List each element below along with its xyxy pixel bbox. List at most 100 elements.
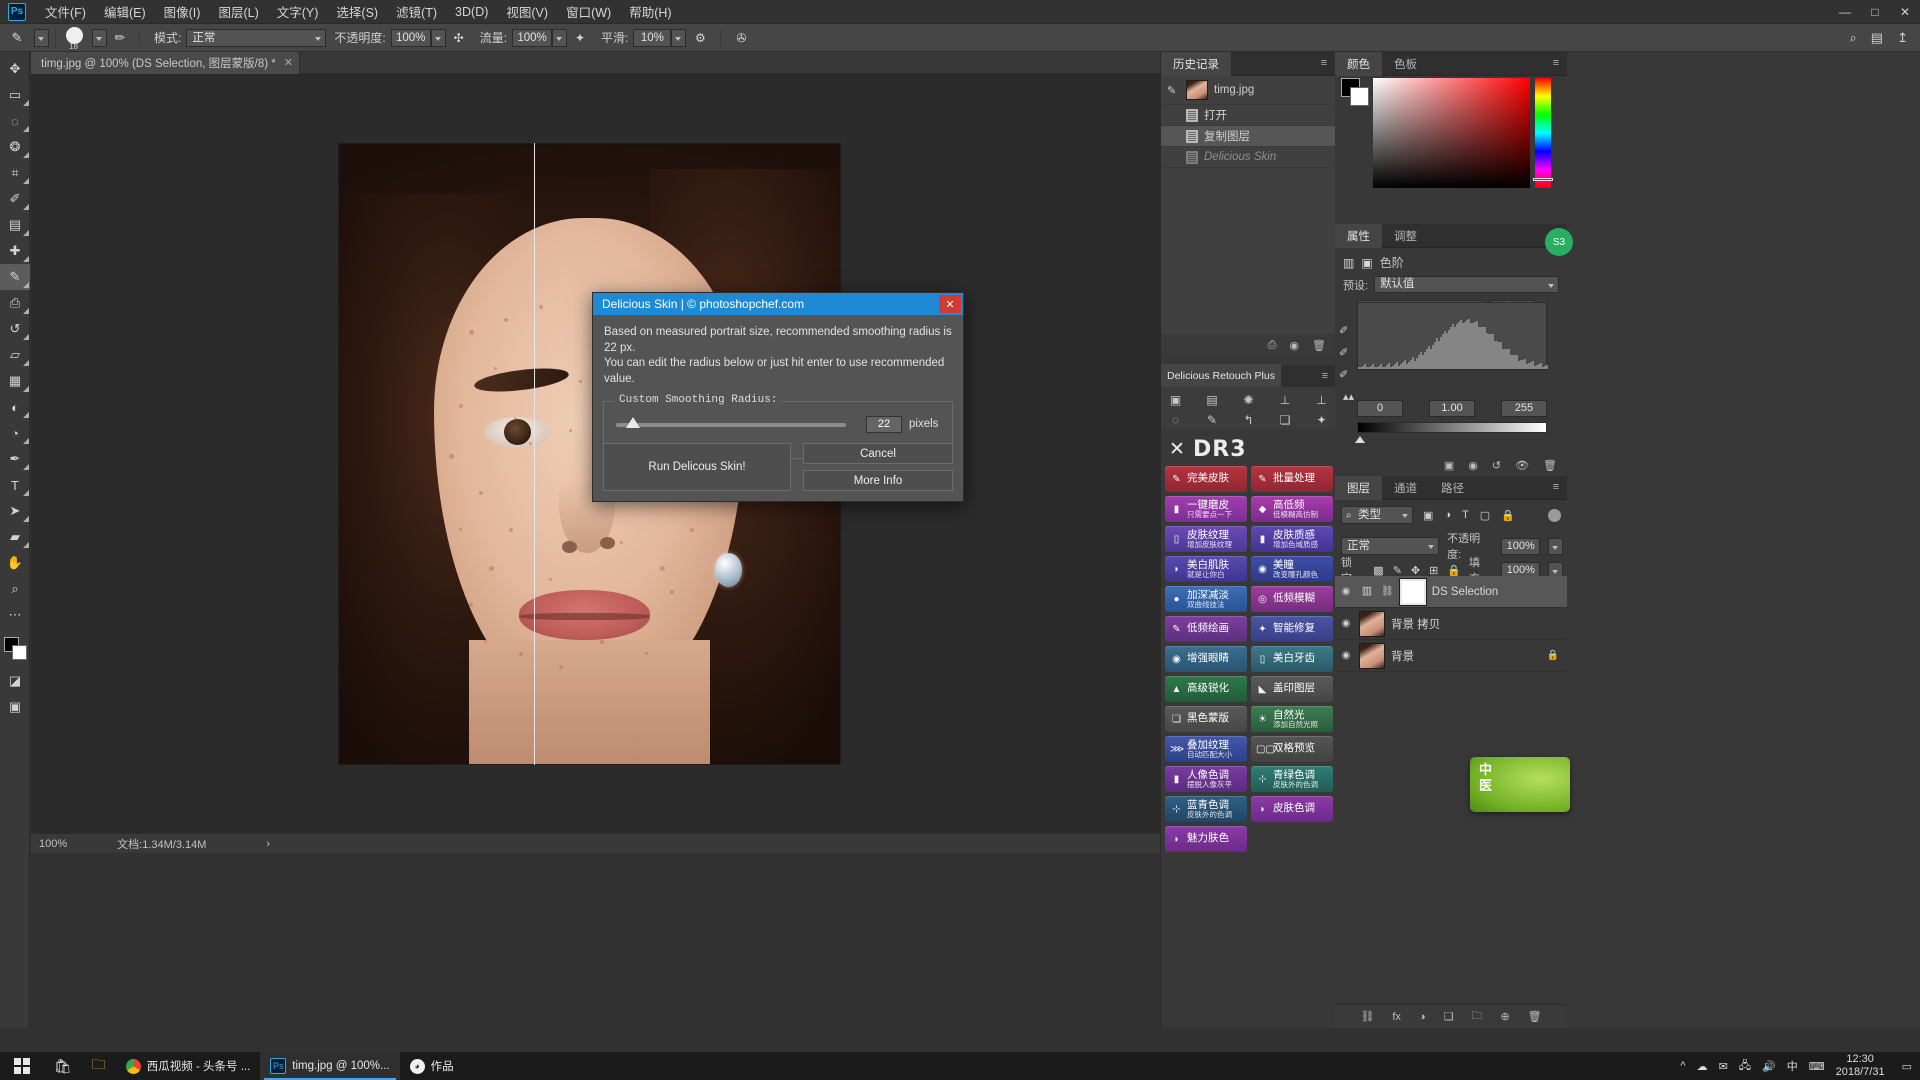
mail-icon[interactable]: ✉ [1719, 1060, 1728, 1073]
filter-shape-icon[interactable]: ▢ [1480, 509, 1490, 522]
tool-history-brush[interactable]: ↺ [0, 316, 30, 342]
more-info-button[interactable]: More Info [803, 470, 953, 491]
dr3-button-5[interactable]: ▯ 皮肤纹理 增加皮肤纹理 [1165, 526, 1247, 552]
input-gamma-field[interactable]: 1.00 [1429, 400, 1475, 417]
foreground-background-colors[interactable] [0, 634, 30, 664]
share-icon[interactable]: ↥ [1897, 30, 1908, 46]
color-field[interactable] [1373, 78, 1530, 188]
tool-dodge[interactable]: ◔ [0, 420, 30, 446]
cancel-button[interactable]: Cancel [803, 443, 953, 464]
tool-preset-caret[interactable] [34, 28, 49, 47]
table-row[interactable]: ◉ ▥ ⛓ DS Selection [1335, 576, 1567, 608]
dr3-icon-duplicate[interactable]: ❏ [1277, 411, 1294, 428]
flow-input[interactable]: 100% [512, 28, 553, 47]
visibility-icon[interactable]: ◉ [1339, 586, 1353, 597]
clock[interactable]: 12:30 2018/7/31 [1836, 1053, 1891, 1078]
status-expand-arrow[interactable]: › [266, 838, 270, 850]
dr3-button-20[interactable]: ▢▢ 双格预览 [1251, 736, 1333, 762]
zoom-level[interactable]: 100% [39, 838, 67, 850]
filter-type-select[interactable]: ⌕ 类型 [1341, 506, 1413, 524]
side-badge[interactable]: S3 [1545, 228, 1573, 256]
search-icon[interactable]: ⌕ [1850, 30, 1857, 46]
dr3-button-14[interactable]: ▯ 美白牙齿 [1251, 646, 1333, 672]
lock-all-icon[interactable]: 🔒 [1447, 564, 1461, 577]
layer-opacity-input[interactable]: 100% [1501, 537, 1541, 555]
dr3-button-16[interactable]: ◣ 盖印图层 [1251, 676, 1333, 702]
tool-shape[interactable]: ▰ [0, 524, 30, 550]
history-panel-menu-icon[interactable]: ≡ [1321, 58, 1328, 69]
smoothing-input[interactable]: 10% [633, 28, 672, 47]
tool-spot-healing[interactable]: ✚ [0, 238, 30, 264]
input-white-field[interactable]: 255 [1501, 400, 1547, 417]
close-icon[interactable]: ✕ [939, 295, 961, 313]
menu-type[interactable]: 文字(Y) [268, 0, 328, 24]
tool-gradient[interactable]: ▦ [0, 368, 30, 394]
output-black-slider[interactable] [1355, 436, 1365, 443]
dr3-button-22[interactable]: ⊹ 青绿色调 皮肤外的色调 [1251, 766, 1333, 792]
tool-zoom[interactable]: ⌕ [0, 576, 30, 602]
lock-transparency-icon[interactable]: ▩ [1373, 564, 1383, 577]
tab-history[interactable]: 历史记录 [1161, 51, 1231, 76]
taskbar-store[interactable]: 🛍 [44, 1052, 82, 1080]
tab-color[interactable]: 颜色 [1335, 51, 1382, 76]
dr3-button-18[interactable]: ☀ 自然光 添加自然光照 [1251, 706, 1333, 732]
document-tab[interactable]: timg.jpg @ 100% (DS Selection, 图层蒙版/8) *… [31, 51, 300, 74]
tool-hand[interactable]: ✋ [0, 550, 30, 576]
visibility-icon[interactable]: 👁 [1515, 459, 1529, 472]
menu-3d[interactable]: 3D(D) [446, 2, 497, 22]
dr3-button-11[interactable]: ✎ 低频绘画 [1165, 616, 1247, 642]
tool-marquee[interactable]: ▭ [0, 82, 30, 108]
layers-panel-menu-icon[interactable]: ≡ [1553, 482, 1560, 493]
add-mask-icon[interactable]: ◑ [1419, 1011, 1426, 1023]
new-document-from-state-icon[interactable]: ⎙ [1268, 339, 1277, 352]
tool-crop[interactable]: ⌗ [0, 160, 30, 186]
symmetry-icon[interactable]: ✇ [727, 31, 755, 45]
network-icon[interactable]: 🖧 [1739, 1057, 1751, 1076]
delete-icon[interactable]: 🗑 [1543, 459, 1557, 472]
levels-auto-icon[interactable]: ▴▴ [1343, 390, 1354, 403]
taskbar-photoshop[interactable]: Ps timg.jpg @ 100%... [260, 1052, 400, 1080]
tab-paths[interactable]: 路径 [1429, 476, 1476, 500]
eyedropper-white-icon[interactable]: ✐ [1339, 368, 1348, 381]
opacity-input[interactable]: 100% [390, 28, 431, 47]
visibility-icon[interactable]: ◉ [1339, 650, 1353, 661]
radius-slider-knob[interactable] [626, 417, 640, 429]
dr3-icon-undo[interactable]: ↰ [1240, 411, 1257, 428]
menu-window[interactable]: 窗口(W) [557, 0, 620, 24]
tab-properties[interactable]: 属性 [1335, 223, 1382, 248]
delete-layer-icon[interactable]: 🗑 [1528, 1010, 1542, 1023]
lock-position-icon[interactable]: ✥ [1411, 564, 1420, 577]
radius-slider[interactable] [616, 417, 846, 429]
screen-mode-toggle[interactable]: ▣ [0, 694, 30, 720]
filter-adjustment-icon[interactable]: ◑ [1444, 509, 1451, 522]
dr3-button-3[interactable]: ▮ 一键磨皮 只需要点一下 [1165, 496, 1247, 522]
minimize-button[interactable]: — [1830, 0, 1860, 24]
volume-icon[interactable]: 🔊 [1762, 1060, 1776, 1073]
dr3-button-13[interactable]: ◉ 增强眼睛 [1165, 646, 1247, 672]
tool-path-selection[interactable]: ➤ [0, 498, 30, 524]
tool-move[interactable]: ✥ [0, 56, 30, 82]
dr3-button-1[interactable]: ✎ 完美皮肤 [1165, 466, 1247, 492]
brush-preview[interactable]: 18 [62, 26, 92, 51]
tab-adjustments[interactable]: 调整 [1382, 224, 1429, 248]
color-panel-menu-icon[interactable]: ≡ [1553, 58, 1560, 69]
arrange-icon[interactable]: ▤ [1871, 30, 1883, 46]
dr3-button-10[interactable]: ◎ 低频模糊 [1251, 586, 1333, 612]
tool-more[interactable]: ⋯ [0, 602, 30, 628]
layer-mask-icon[interactable]: ▣ [1361, 256, 1372, 270]
close-icon[interactable]: ✕ [284, 56, 293, 69]
history-item-open[interactable]: 打开 [1161, 105, 1336, 126]
layer-mask-thumbnail[interactable] [1398, 577, 1427, 606]
adjustment-layer-icon[interactable]: ❏ [1444, 1010, 1454, 1023]
flow-caret[interactable] [552, 28, 568, 47]
dr3-button-21[interactable]: ▮ 人像色调 摆脱人像灰平 [1165, 766, 1247, 792]
tab-layers[interactable]: 图层 [1335, 475, 1382, 500]
tool-clone-stamp[interactable]: ⎙ [0, 290, 30, 316]
tool-blur[interactable]: ◐ [0, 394, 30, 420]
dr3-icon-brush[interactable]: ✎ [1204, 411, 1221, 428]
background-color-swatch[interactable] [1350, 87, 1369, 106]
dr3-button-15[interactable]: ▲ 高级锐化 [1165, 676, 1247, 702]
brush-panel-icon[interactable]: ✏ [107, 30, 133, 46]
eyedropper-black-icon[interactable]: ✐ [1339, 324, 1348, 337]
close-button[interactable]: ✕ [1890, 0, 1920, 24]
